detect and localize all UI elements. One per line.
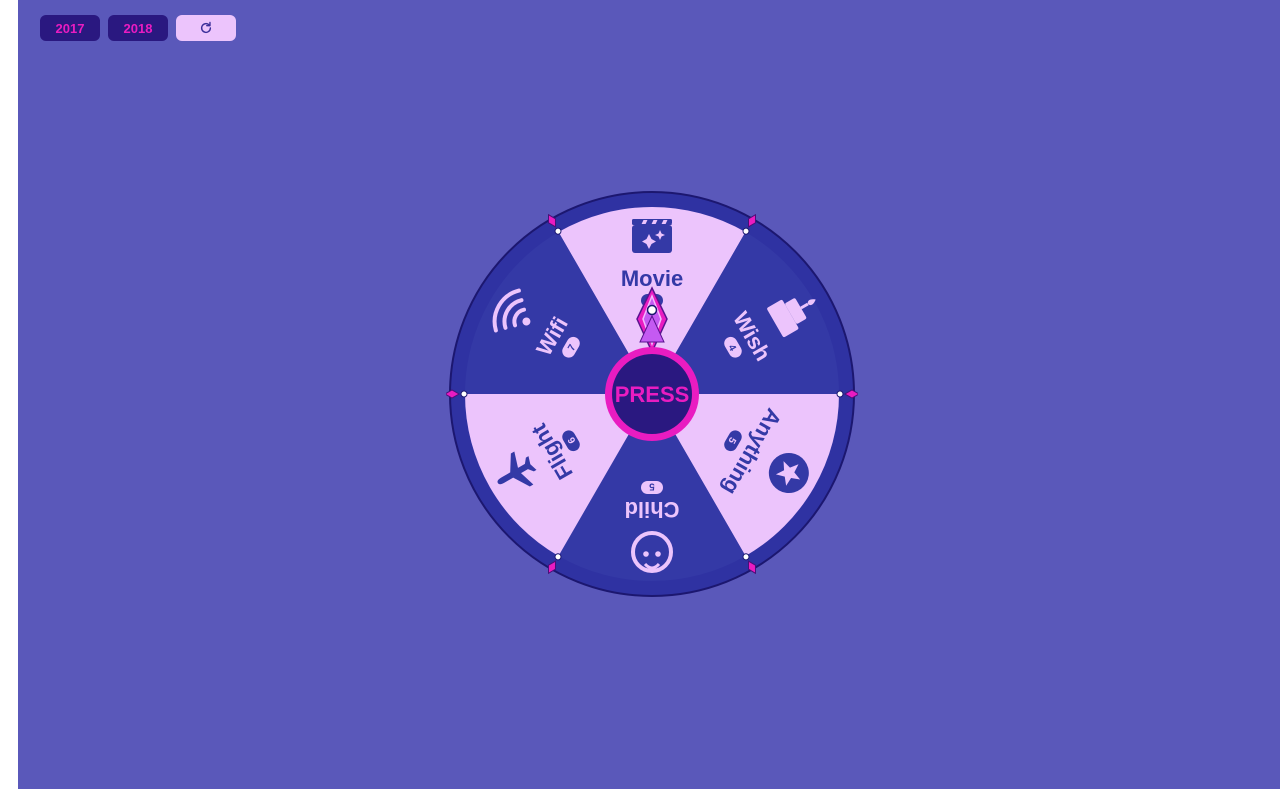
toolbar: 2017 2018: [40, 15, 236, 41]
prize-wheel[interactable]: Movie3Wish4Anything5Child5Flight6Wifi7PR…: [443, 188, 861, 600]
movie-clapper-icon: [632, 219, 678, 253]
segment-label: Child: [625, 497, 680, 522]
reset-button[interactable]: [176, 15, 236, 41]
wheel-svg[interactable]: Movie3Wish4Anything5Child5Flight6Wifi7PR…: [443, 188, 861, 600]
press-button[interactable]: PRESS: [605, 347, 699, 441]
press-label: PRESS: [615, 382, 690, 407]
year-2018-button[interactable]: 2018: [108, 15, 168, 41]
segment-count: 5: [649, 481, 655, 492]
app-stage: 2017 2018 Movie3Wish4Anything5Child5Flig…: [18, 0, 1280, 789]
year-2017-button[interactable]: 2017: [40, 15, 100, 41]
refresh-icon: [200, 21, 212, 34]
